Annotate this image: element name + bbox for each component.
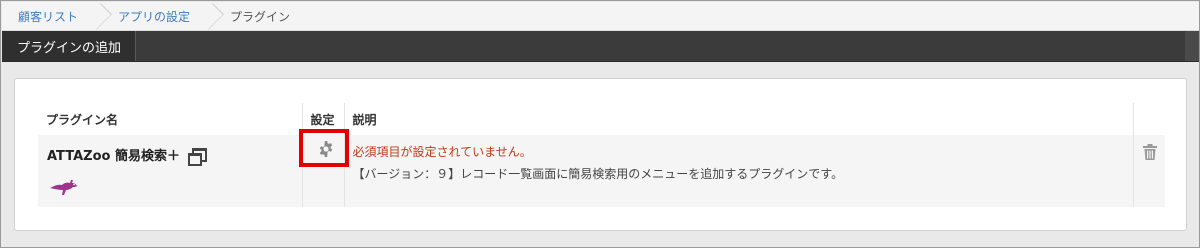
table-row: ATTAZoo 簡易検索＋ 必須項目が設定されていません。 【バージョン：９】レ… (38, 129, 1165, 207)
column-header-plugin-name: プラグイン名 (38, 103, 303, 135)
settings-cell (298, 129, 349, 207)
table-header-row: プラグイン名 設定 説明 (38, 103, 1165, 135)
plugin-description: 【バージョン：９】レコード一覧画面に簡易検索用のメニューを追加するプラグインです… (352, 167, 844, 181)
breadcrumb-plugins: プラグイン (230, 9, 291, 24)
app-frame: 顧客リスト アプリの設定 プラグイン プラグインの追加 プラグイン名 設定 説明 (0, 0, 1200, 248)
gear-icon[interactable] (318, 141, 334, 157)
plugin-name-cell: ATTAZoo 簡易検索＋ (38, 135, 303, 207)
column-header-description: 説明 (344, 103, 1134, 135)
breadcrumb-separator (92, 2, 102, 31)
column-header-actions (1133, 103, 1165, 135)
actions-cell (1133, 135, 1165, 207)
header-bar: プラグインの追加 (2, 31, 1199, 62)
breadcrumb: 顧客リスト アプリの設定 プラグイン (2, 2, 1199, 31)
header-scrollbar[interactable] (1185, 31, 1199, 61)
plugin-list-panel: プラグイン名 設定 説明 ATTAZoo 簡易検索＋ 必須項目が設定されていませ… (14, 78, 1187, 231)
kangaroo-logo (50, 180, 77, 195)
plugin-name: ATTAZoo 簡易検索＋ (47, 145, 302, 166)
breadcrumb-customer-list[interactable]: 顧客リスト (2, 2, 92, 31)
required-settings-warning: 必須項目が設定されていません。 (352, 145, 532, 159)
trash-icon[interactable] (1142, 144, 1157, 160)
window-icon[interactable] (187, 147, 207, 166)
plugin-table: プラグイン名 設定 説明 ATTAZoo 簡易検索＋ 必須項目が設定されていませ… (38, 103, 1165, 207)
breadcrumb-separator (204, 2, 214, 31)
breadcrumb-app-settings[interactable]: アプリの設定 (102, 2, 204, 31)
plugin-name-label: ATTAZoo 簡易検索＋ (47, 149, 180, 164)
add-plugin-button[interactable]: プラグインの追加 (2, 31, 136, 61)
description-cell: 必須項目が設定されていません。 【バージョン：９】レコード一覧画面に簡易検索用の… (344, 135, 1134, 207)
